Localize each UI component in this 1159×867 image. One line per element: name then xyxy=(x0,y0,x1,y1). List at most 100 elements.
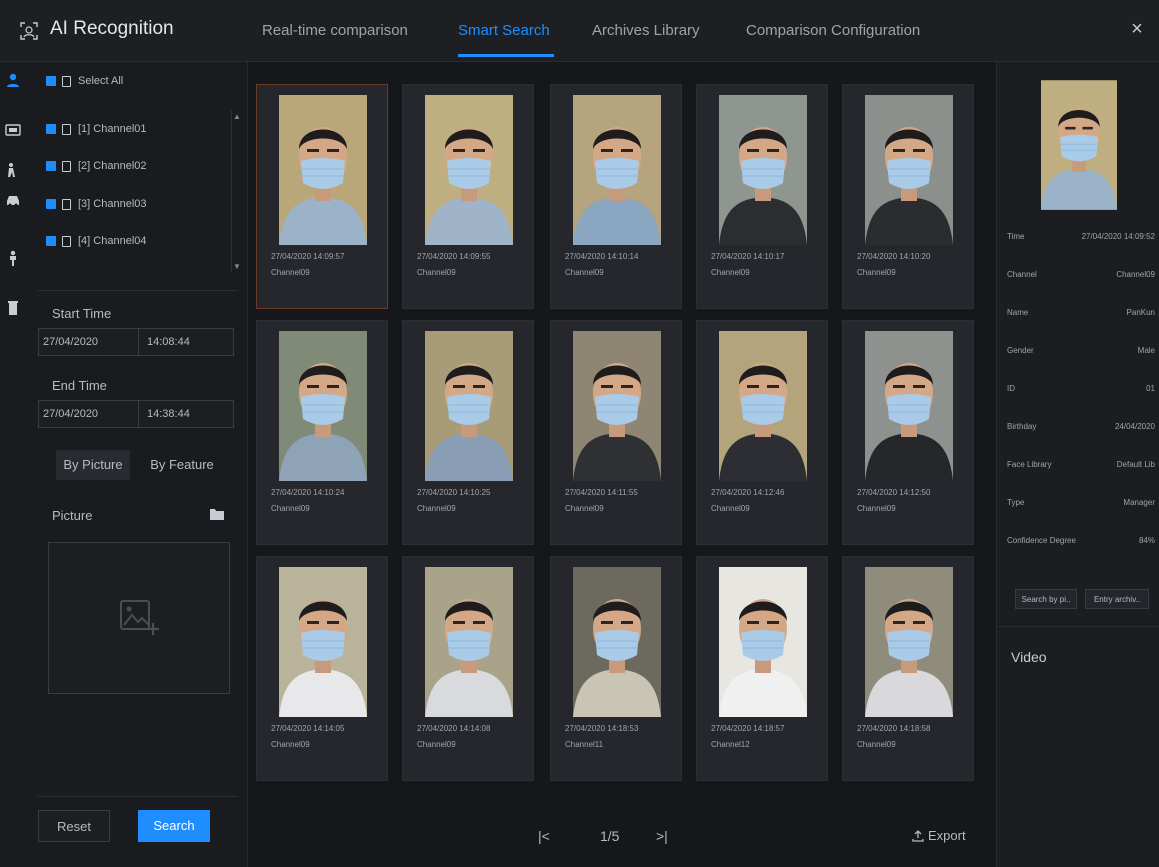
result-card[interactable]: 27/04/2020 14:10:14 Channel09 xyxy=(550,84,682,309)
detail-row: Type Manager xyxy=(1007,498,1155,507)
detail-row: ID 01 xyxy=(1007,384,1155,393)
detail-value: Male xyxy=(1137,346,1155,355)
result-card[interactable]: 27/04/2020 14:18:53 Channel11 xyxy=(550,556,682,781)
export-button[interactable]: Export xyxy=(912,828,966,843)
detail-value: PanKun xyxy=(1126,308,1155,317)
detail-row: Confidence Degree 84% xyxy=(1007,536,1155,545)
search-button[interactable]: Search xyxy=(138,810,210,842)
camera-icon xyxy=(62,160,71,172)
result-card[interactable]: 27/04/2020 14:18:58 Channel09 xyxy=(842,556,974,781)
detail-label: Gender xyxy=(1007,346,1034,355)
checkbox-checked-icon xyxy=(46,161,56,171)
detail-value: 01 xyxy=(1146,384,1155,393)
channel-checkbox-3[interactable]: [3] Channel03 xyxy=(46,195,147,213)
snapshot-time: 27/04/2020 14:09:55 xyxy=(417,252,491,261)
face-snapshot xyxy=(573,567,661,717)
reset-button[interactable]: Reset xyxy=(38,810,110,842)
channel-list-scrollbar[interactable] xyxy=(231,110,239,272)
face-snapshot xyxy=(719,567,807,717)
detail-row: Channel Channel09 xyxy=(1007,270,1155,279)
channel-checkbox-1[interactable]: [1] Channel01 xyxy=(46,120,147,138)
snapshot-time: 27/04/2020 14:18:57 xyxy=(711,724,785,733)
result-card[interactable]: 27/04/2020 14:10:24 Channel09 xyxy=(256,320,388,545)
tab-comparison-configuration[interactable]: Comparison Configuration xyxy=(746,22,920,39)
result-card[interactable]: 27/04/2020 14:09:57 Channel09 xyxy=(256,84,388,309)
snapshot-channel: Channel09 xyxy=(271,740,310,749)
channel-checkbox-4[interactable]: [4] Channel04 xyxy=(46,232,147,250)
face-snapshot xyxy=(865,331,953,481)
result-card[interactable]: 27/04/2020 14:09:55 Channel09 xyxy=(402,84,534,309)
last-page-button[interactable]: >| xyxy=(656,828,668,844)
snapshot-time: 27/04/2020 14:18:58 xyxy=(857,724,931,733)
result-card[interactable]: 27/04/2020 14:12:46 Channel09 xyxy=(696,320,828,545)
video-section: Video xyxy=(997,626,1159,867)
camera-icon xyxy=(62,75,71,87)
trash-icon[interactable] xyxy=(5,300,21,316)
by-feature-tab[interactable]: By Feature xyxy=(142,450,222,480)
search-filter-panel: Select All [1] Channel01 [2] Channel02 [… xyxy=(26,62,248,867)
result-card[interactable]: 27/04/2020 14:10:25 Channel09 xyxy=(402,320,534,545)
detail-label: Type xyxy=(1007,498,1025,507)
detail-panel: Time 27/04/2020 14:09:52 Channel Channel09 N… xyxy=(996,62,1159,867)
entry-archive-button[interactable]: Entry archiv.. xyxy=(1085,589,1149,609)
license-plate-icon[interactable] xyxy=(5,122,21,138)
end-time-field[interactable]: 27/04/2020 14:38:44 xyxy=(38,400,234,428)
detail-value: Channel09 xyxy=(1116,270,1155,279)
snapshot-time: 27/04/2020 14:14:05 xyxy=(271,724,345,733)
result-card[interactable]: 27/04/2020 14:14:08 Channel09 xyxy=(402,556,534,781)
tab-archives-library[interactable]: Archives Library xyxy=(592,22,700,39)
start-time-field[interactable]: 27/04/2020 14:08:44 xyxy=(38,328,234,356)
title-bar: AI Recognition Real-time comparison Smar… xyxy=(0,0,1159,62)
picture-label: Picture xyxy=(52,508,93,523)
result-card[interactable]: 27/04/2020 14:10:17 Channel09 xyxy=(696,84,828,309)
scroll-down-icon[interactable]: ▼ xyxy=(233,262,241,271)
face-icon[interactable] xyxy=(5,72,21,88)
checkbox-checked-icon xyxy=(46,199,56,209)
selected-face-snapshot xyxy=(1041,80,1117,210)
snapshot-channel: Channel09 xyxy=(857,504,896,513)
snapshot-time: 27/04/2020 14:11:55 xyxy=(565,488,638,497)
vehicle-icon[interactable] xyxy=(5,192,21,208)
picture-upload-area[interactable] xyxy=(48,542,230,694)
app-title: AI Recognition xyxy=(50,18,174,39)
start-time-value: 14:08:44 xyxy=(147,336,190,348)
snapshot-time: 27/04/2020 14:10:25 xyxy=(417,488,491,497)
close-button[interactable]: × xyxy=(1126,18,1148,40)
body-icon[interactable] xyxy=(5,250,21,266)
snapshot-channel: Channel09 xyxy=(417,504,456,513)
face-snapshot xyxy=(425,331,513,481)
start-date-value: 27/04/2020 xyxy=(39,329,139,355)
face-snapshot xyxy=(279,567,367,717)
snapshot-channel: Channel09 xyxy=(857,268,896,277)
channel-label: [2] Channel02 xyxy=(78,160,147,172)
snapshot-channel: Channel09 xyxy=(565,268,604,277)
face-scan-icon xyxy=(20,22,38,40)
channel-checkbox-2[interactable]: [2] Channel02 xyxy=(46,157,147,175)
channel-label: [1] Channel01 xyxy=(78,123,147,135)
face-snapshot xyxy=(719,95,807,245)
tab-real-time-comparison[interactable]: Real-time comparison xyxy=(262,22,408,39)
tab-smart-search[interactable]: Smart Search xyxy=(458,22,550,39)
result-card[interactable]: 27/04/2020 14:12:50 Channel09 xyxy=(842,320,974,545)
person-icon[interactable] xyxy=(5,162,21,178)
snapshot-channel: Channel09 xyxy=(857,740,896,749)
scroll-up-icon[interactable]: ▲ xyxy=(233,112,241,121)
result-card[interactable]: 27/04/2020 14:11:55 Channel09 xyxy=(550,320,682,545)
add-image-icon xyxy=(120,600,159,635)
first-page-button[interactable]: |< xyxy=(538,828,550,844)
detail-value: Manager xyxy=(1123,498,1155,507)
result-card[interactable]: 27/04/2020 14:14:05 Channel09 xyxy=(256,556,388,781)
snapshot-time: 27/04/2020 14:10:17 xyxy=(711,252,785,261)
result-card[interactable]: 27/04/2020 14:10:20 Channel09 xyxy=(842,84,974,309)
detail-label: ID xyxy=(1007,384,1015,393)
snapshot-channel: Channel09 xyxy=(417,268,456,277)
face-snapshot xyxy=(719,331,807,481)
result-card[interactable]: 27/04/2020 14:18:57 Channel12 xyxy=(696,556,828,781)
by-picture-tab[interactable]: By Picture xyxy=(56,450,130,480)
folder-icon[interactable] xyxy=(210,508,224,520)
select-all-checkbox[interactable]: Select All xyxy=(46,72,123,90)
snapshot-channel: Channel09 xyxy=(417,740,456,749)
search-by-picture-button[interactable]: Search by pi.. xyxy=(1015,589,1077,609)
snapshot-time: 27/04/2020 14:10:20 xyxy=(857,252,931,261)
checkbox-checked-icon xyxy=(46,124,56,134)
